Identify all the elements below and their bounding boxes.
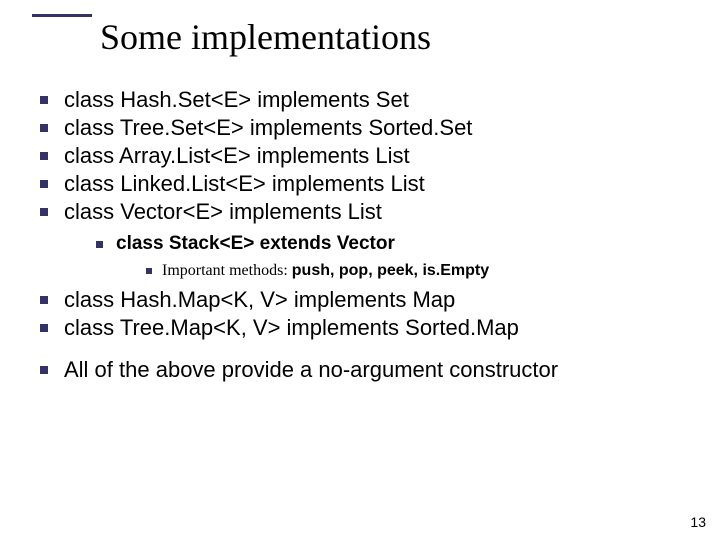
bullet-text: class Hash.Map<K, V> implements Map bbox=[64, 287, 455, 312]
bullet-item: class Tree.Set<E> implements Sorted.Set bbox=[38, 114, 678, 142]
bullet-item: class Vector<E> implements List class St… bbox=[38, 198, 678, 282]
slide: Some implementations class Hash.Set<E> i… bbox=[0, 0, 720, 540]
title-block: Some implementations bbox=[32, 14, 431, 57]
title-rule bbox=[32, 14, 92, 17]
subsub-prefix: Important methods: bbox=[162, 262, 292, 279]
subsub-bullet-item: Important methods: push, pop, peek, is.E… bbox=[144, 260, 678, 282]
bullet-item: class Tree.Map<K, V> implements Sorted.M… bbox=[38, 314, 678, 342]
subsub-methods: push, pop, peek, is.Empty bbox=[292, 262, 489, 279]
page-number: 13 bbox=[690, 514, 706, 530]
bullet-item: class Linked.List<E> implements List bbox=[38, 170, 678, 198]
slide-body: class Hash.Set<E> implements Set class T… bbox=[38, 86, 678, 384]
bullet-text: class Hash.Set<E> implements Set bbox=[64, 87, 409, 112]
sub-bullet-text: class Stack<E> extends Vector bbox=[116, 233, 395, 254]
bullet-text: class Tree.Set<E> implements Sorted.Set bbox=[64, 115, 472, 140]
bullet-text: class Array.List<E> implements List bbox=[64, 143, 410, 168]
bullet-text: class Linked.List<E> implements List bbox=[64, 171, 425, 196]
bullet-item: class Hash.Set<E> implements Set bbox=[38, 86, 678, 114]
bullet-text: All of the above provide a no-argument c… bbox=[64, 357, 558, 382]
bullet-text: class Vector<E> implements List bbox=[64, 199, 382, 224]
bullet-item: All of the above provide a no-argument c… bbox=[38, 356, 678, 384]
sub-bullet-item: class Stack<E> extends Vector Important … bbox=[94, 232, 678, 282]
bullet-text: class Tree.Map<K, V> implements Sorted.M… bbox=[64, 315, 519, 340]
bullet-item: class Hash.Map<K, V> implements Map bbox=[38, 286, 678, 314]
slide-title: Some implementations bbox=[32, 19, 431, 57]
bullet-item: class Array.List<E> implements List bbox=[38, 142, 678, 170]
